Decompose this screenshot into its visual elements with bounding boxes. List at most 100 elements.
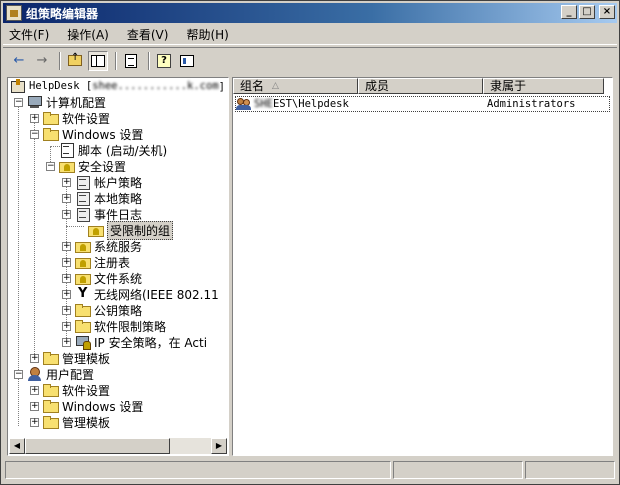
menu-file[interactable]: 文件(F) (9, 26, 49, 43)
expand-toggle[interactable]: + (62, 257, 71, 267)
group-policy-app-icon (6, 5, 22, 21)
tree-item-system-services[interactable]: + 系统服务 (62, 238, 142, 254)
expand-toggle[interactable]: + (30, 353, 39, 363)
tree-connector (18, 98, 19, 378)
console-tree: HelpDesk [shee...........k.com] 策 − 计算机配… (8, 78, 228, 438)
expand-toggle[interactable]: + (62, 241, 71, 251)
tree-item-label: 管理模板 (62, 351, 111, 366)
tree-item-ip-security[interactable]: + IP 安全策略，在 Acti (62, 334, 207, 350)
show-hide-tree-button[interactable] (88, 50, 108, 71)
folder-icon (43, 383, 59, 397)
menu-help[interactable]: 帮助(H) (186, 26, 228, 43)
tree-item-label: 公钥策略 (94, 303, 143, 318)
cell-group-name: SHEEST\Helpdesk (254, 98, 357, 110)
minimize-button[interactable]: _ (561, 5, 577, 19)
properties-button[interactable] (177, 51, 197, 71)
export-list-button[interactable] (121, 51, 141, 71)
tree-item-user-windows-settings[interactable]: + Windows 设置 (30, 398, 143, 414)
tree-item-windows-settings[interactable]: − Windows 设置 (30, 126, 143, 142)
folder-icon (75, 303, 91, 317)
scroll-right-button[interactable]: ▶ (211, 438, 227, 454)
toolbar-separator (59, 51, 61, 70)
column-header-group-name[interactable]: 组名 △ (233, 78, 358, 94)
title-bar[interactable]: 组策略编辑器 _ □ × (3, 3, 617, 23)
script-icon (59, 143, 75, 158)
tree-item-user-software-settings[interactable]: + 软件设置 (30, 382, 110, 398)
collapse-toggle[interactable]: − (46, 161, 55, 171)
forward-button[interactable]: → (32, 51, 52, 71)
expand-toggle[interactable]: + (30, 385, 39, 395)
policy-icon (75, 191, 91, 206)
folder-icon (43, 415, 59, 429)
tree-item-public-key-policies[interactable]: + 公钥策略 (62, 302, 142, 318)
expand-toggle[interactable]: + (62, 193, 71, 203)
tree-item-label: 用户配置 (46, 367, 95, 382)
expand-toggle[interactable]: + (30, 401, 39, 411)
tree-item-label: 脚本 (启动/关机) (78, 143, 168, 158)
expand-toggle[interactable]: + (62, 289, 71, 299)
scrollbar-thumb[interactable] (25, 438, 170, 454)
tree-item-restricted-groups[interactable]: 受限制的组 (88, 220, 174, 240)
tree-item-local-policies[interactable]: + 本地策略 (62, 190, 142, 206)
tree-item-account-policies[interactable]: + 帐户策略 (62, 174, 142, 190)
tree-item-file-system[interactable]: + 文件系统 (62, 270, 142, 286)
collapse-toggle[interactable]: − (30, 129, 39, 139)
scroll-left-button[interactable]: ◀ (9, 438, 25, 454)
expand-toggle[interactable]: + (62, 337, 71, 347)
expand-toggle[interactable]: + (62, 305, 71, 315)
window-title: 组策略编辑器 (26, 6, 99, 21)
tree-root-helpdesk[interactable]: HelpDesk [shee...........k.com] 策 (10, 78, 228, 94)
tree-connector (66, 226, 84, 227)
expand-toggle[interactable]: + (62, 321, 71, 331)
folder-icon (75, 319, 91, 333)
ipsec-icon (75, 335, 91, 350)
status-panel-tertiary (525, 461, 615, 479)
expand-toggle[interactable]: + (30, 113, 39, 123)
tree-item-software-restriction[interactable]: + 软件限制策略 (62, 318, 166, 334)
security-icon (59, 161, 75, 173)
maximize-button[interactable]: □ (579, 5, 595, 19)
menu-action[interactable]: 操作(A) (67, 26, 109, 43)
up-one-level-button[interactable] (65, 51, 85, 71)
tree-connector (34, 114, 35, 362)
column-header-members[interactable]: 成员 (358, 78, 483, 94)
folder-icon (43, 399, 59, 413)
security-folder-icon (88, 225, 104, 237)
expand-toggle[interactable]: + (62, 273, 71, 283)
tree-item-software-settings[interactable]: + 软件设置 (30, 110, 110, 126)
tree-item-label: 软件设置 (62, 383, 111, 398)
collapse-toggle[interactable]: − (14, 97, 23, 107)
tree-item-admin-templates[interactable]: + 管理模板 (30, 350, 110, 366)
column-header-member-of[interactable]: 隶属于 (483, 78, 604, 94)
collapse-toggle[interactable]: − (14, 369, 23, 379)
tree-item-security-settings[interactable]: − 安全设置 (46, 158, 126, 174)
tree-item-user-config[interactable]: − 用户配置 (14, 366, 94, 382)
expand-toggle[interactable]: + (62, 209, 71, 219)
details-pane[interactable]: 组名 △ 成员 隶属于 SHEEST\Helpdesk Administrato… (232, 77, 613, 456)
menu-view[interactable]: 查看(V) (127, 26, 169, 43)
expand-toggle[interactable]: + (30, 417, 39, 427)
close-button[interactable]: × (599, 5, 615, 19)
group-domain-redacted: SHE (254, 98, 273, 110)
tree-horizontal-scrollbar[interactable]: ◀ ▶ (9, 438, 227, 454)
tree-item-label: 安全设置 (78, 159, 127, 174)
tree-item-computer-config[interactable]: − 计算机配置 (14, 94, 106, 110)
cell-member-of: Administrators (487, 98, 576, 110)
table-row[interactable]: SHEEST\Helpdesk Administrators (235, 96, 610, 112)
status-panel-main (5, 461, 391, 479)
tree-item-scripts[interactable]: 脚本 (启动/关机) (59, 142, 167, 158)
help-icon: ? (157, 53, 171, 68)
window-controls: _ □ × (561, 5, 615, 19)
tree-item-label: 管理模板 (62, 415, 111, 430)
back-button[interactable]: ← (9, 51, 29, 71)
console-tree-pane[interactable]: HelpDesk [shee...........k.com] 策 − 计算机配… (7, 77, 229, 456)
tree-item-registry[interactable]: + 注册表 (62, 254, 130, 270)
console-tree-icon (91, 54, 105, 67)
tree-item-label: 系统服务 (94, 239, 143, 254)
user-icon (27, 367, 43, 381)
tree-item-user-admin-templates[interactable]: + 管理模板 (30, 414, 110, 430)
tree-item-wireless-network[interactable]: + 无线网络(IEEE 802.11 (62, 286, 219, 302)
tree-item-label: 计算机配置 (46, 95, 107, 110)
help-button[interactable]: ? (154, 51, 174, 71)
expand-toggle[interactable]: + (62, 177, 71, 187)
